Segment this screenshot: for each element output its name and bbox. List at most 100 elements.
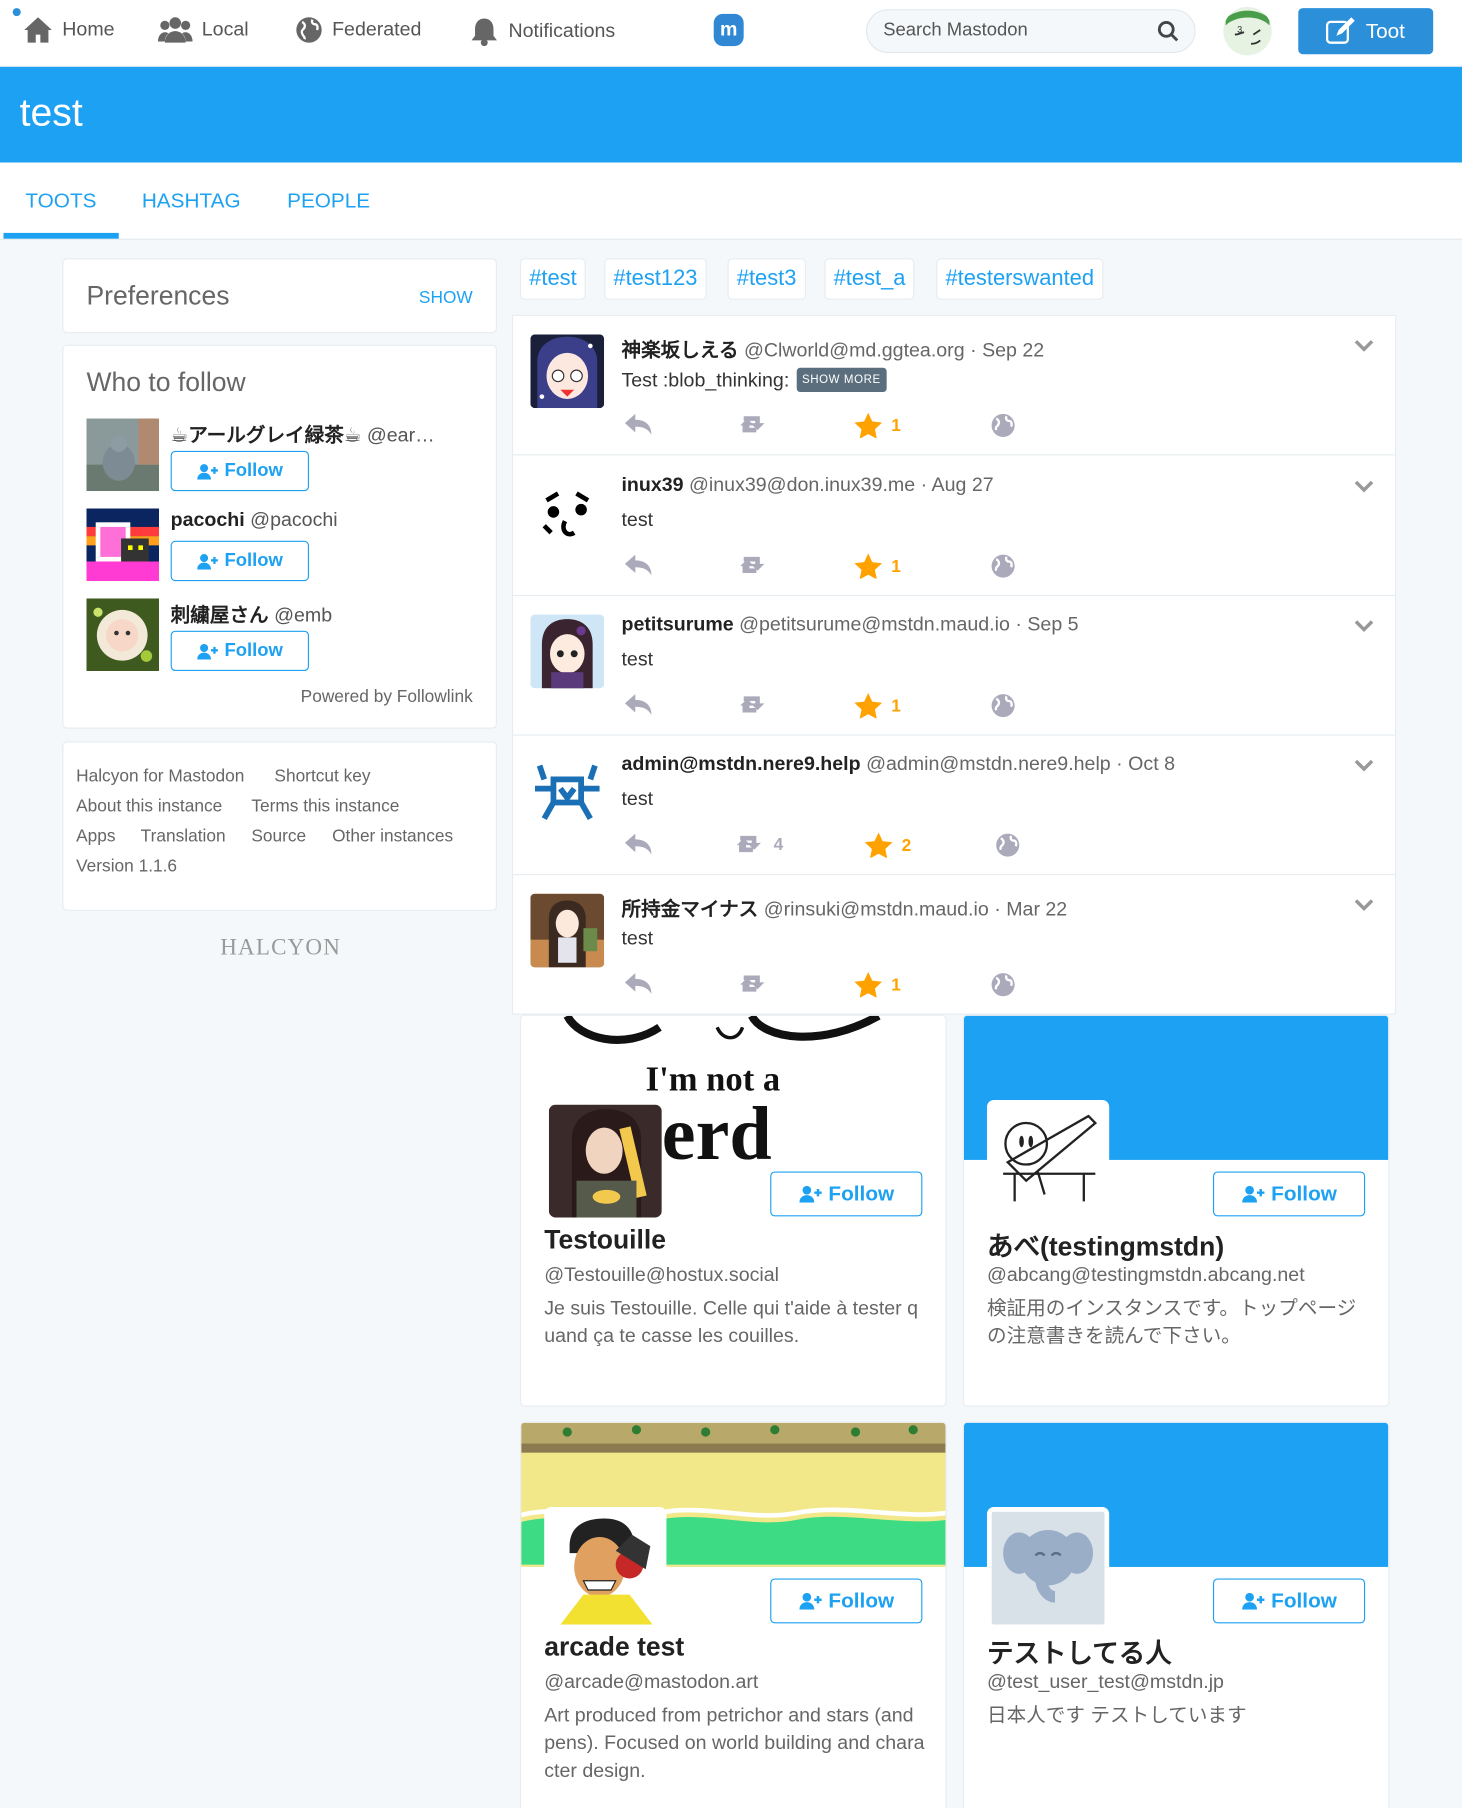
footer-link[interactable]: Halcyon for Mastodon (76, 767, 244, 787)
profile-card[interactable]: Follow テストしてる人 @test_user_test@mstdn.jp … (962, 1421, 1390, 1808)
follow-button[interactable]: Follow (170, 540, 310, 582)
status-date[interactable]: Mar 22 (1006, 898, 1067, 920)
footer-link[interactable]: Apps (76, 827, 115, 847)
hashtag-chip[interactable]: #test (520, 258, 586, 300)
chevron-down-icon[interactable] (1354, 480, 1375, 494)
show-more-button[interactable]: SHOW MORE (796, 367, 887, 393)
preferences-show-button[interactable]: SHOW (419, 288, 473, 308)
tab-people[interactable]: PEOPLE (287, 189, 370, 213)
status-acct[interactable]: @admin@mstdn.nere9.help (866, 753, 1111, 775)
hashtag-chip[interactable]: #test123 (604, 258, 707, 300)
avatar[interactable] (544, 1506, 667, 1630)
footer-link[interactable]: Terms this instance (251, 797, 399, 817)
status-acct[interactable]: @Clworld@md.ggtea.org (744, 339, 965, 361)
avatar[interactable] (530, 893, 605, 968)
mastodon-logo-icon[interactable]: m (713, 13, 744, 47)
footer-link[interactable]: Translation (141, 827, 226, 847)
favourite-button[interactable]: 2 (864, 832, 911, 858)
nav-local[interactable]: Local (157, 16, 249, 44)
avatar[interactable] (86, 508, 160, 582)
status-item[interactable]: 所持金マイナス @rinsuki@mstdn.maud.io · Mar 22 … (513, 875, 1395, 1015)
status-display-name[interactable]: 所持金マイナス (621, 898, 758, 920)
avatar[interactable] (86, 598, 160, 672)
status-date[interactable]: Aug 27 (932, 474, 994, 496)
avatar[interactable] (530, 754, 605, 828)
profile-card[interactable]: I'm not a erd Follow Testouille @Testoui… (520, 1014, 947, 1407)
status-item[interactable]: 神楽坂しえる @Clworld@md.ggtea.org · Sep 22 Te… (513, 316, 1396, 456)
status-acct[interactable]: @inux39@don.inux39.me (689, 474, 915, 496)
avatar[interactable] (530, 334, 605, 409)
boost-button[interactable]: 4 (734, 832, 783, 855)
boost-button[interactable] (738, 413, 777, 436)
follow-button[interactable]: Follow (770, 1171, 923, 1217)
hashtag-chip[interactable]: #testerswanted (936, 258, 1104, 300)
profile-card[interactable]: Follow あべ(testingmstdn) @abcang@testingm… (962, 1014, 1390, 1407)
boost-button[interactable] (738, 693, 777, 716)
status-display-name[interactable]: admin@mstdn.nere9.help (621, 753, 860, 775)
user-avatar[interactable]: 3 (1223, 6, 1272, 56)
avatar[interactable] (986, 1506, 1110, 1630)
powered-by-link[interactable]: Powered by Followlink (301, 687, 473, 707)
search-input[interactable]: Search Mastodon (865, 9, 1196, 54)
follow-button[interactable]: Follow (170, 450, 310, 492)
status-item[interactable]: petitsurume @petitsurume@mstdn.maud.io ·… (513, 596, 1396, 736)
status-acct[interactable]: @petitsurume@mstdn.maud.io (739, 613, 1010, 635)
hashtag-chip[interactable]: #test_a (824, 258, 915, 300)
reply-button[interactable] (624, 413, 654, 436)
chevron-down-icon[interactable] (1354, 759, 1375, 773)
follow-button[interactable]: Follow (1212, 1578, 1366, 1624)
tab-toots[interactable]: TOOTS (25, 189, 96, 213)
favourite-button[interactable]: 1 (854, 692, 901, 719)
status-date[interactable]: Oct 8 (1128, 753, 1175, 775)
status-item[interactable]: admin@mstdn.nere9.help @admin@mstdn.nere… (513, 736, 1396, 876)
avatar[interactable] (86, 418, 160, 492)
chevron-down-icon[interactable] (1354, 339, 1375, 353)
avatar[interactable] (548, 1104, 662, 1218)
status-acct[interactable]: @rinsuki@mstdn.maud.io (764, 898, 989, 920)
status-date[interactable]: Sep 22 (982, 339, 1044, 361)
nav-home[interactable]: Home (23, 16, 115, 44)
status-display-name[interactable]: petitsurume (621, 613, 733, 635)
profile-display-name[interactable]: テストしてる人 (987, 1631, 1172, 1670)
profile-acct[interactable]: @abcang@testingmstdn.abcang.net (987, 1264, 1305, 1287)
footer-link[interactable]: Source (251, 827, 306, 847)
profile-acct[interactable]: @test_user_test@mstdn.jp (987, 1671, 1224, 1694)
follow-button[interactable]: Follow (1212, 1171, 1366, 1217)
chevron-down-icon[interactable] (1354, 619, 1375, 633)
boost-button[interactable] (738, 972, 777, 995)
reply-button[interactable] (624, 972, 654, 995)
status-item[interactable]: inux39 @inux39@don.inux39.me · Aug 27 te… (513, 457, 1396, 597)
nav-federated[interactable]: Federated (295, 16, 421, 44)
favourite-button[interactable]: 1 (854, 412, 901, 439)
separator-dot: · (1116, 752, 1123, 775)
profile-acct[interactable]: @arcade@mastodon.art (544, 1671, 758, 1694)
profile-display-name[interactable]: arcade test (544, 1631, 684, 1662)
profile-display-name[interactable]: あべ(testingmstdn) (987, 1224, 1224, 1263)
search-icon[interactable] (1157, 21, 1179, 42)
profile-card[interactable]: Follow arcade test @arcade@mastodon.art … (520, 1421, 947, 1808)
chevron-down-icon[interactable] (1354, 898, 1375, 912)
status-display-name[interactable]: 神楽坂しえる (621, 339, 738, 361)
favourite-button[interactable]: 1 (854, 553, 901, 579)
avatar[interactable] (986, 1099, 1110, 1223)
avatar[interactable] (530, 614, 605, 689)
reply-button[interactable] (624, 693, 654, 716)
status-date[interactable]: Sep 5 (1027, 613, 1078, 635)
reply-button[interactable] (624, 553, 654, 576)
boost-button[interactable] (738, 553, 777, 576)
tab-hashtag[interactable]: HASHTAG (142, 189, 241, 213)
profile-display-name[interactable]: Testouille (544, 1224, 666, 1255)
status-display-name[interactable]: inux39 (621, 474, 683, 496)
footer-link[interactable]: Other instances (332, 827, 453, 847)
nav-notifications[interactable]: Notifications (469, 16, 615, 47)
toot-button[interactable]: Toot (1298, 8, 1434, 55)
avatar[interactable] (530, 475, 605, 549)
favourite-button[interactable]: 1 (854, 971, 901, 998)
follow-button[interactable]: Follow (170, 630, 310, 672)
hashtag-chip[interactable]: #test3 (727, 258, 806, 300)
profile-acct[interactable]: @Testouille@hostux.social (544, 1264, 779, 1287)
reply-button[interactable] (624, 832, 654, 855)
footer-link[interactable]: Shortcut key (274, 767, 370, 787)
follow-button[interactable]: Follow (770, 1578, 923, 1624)
footer-link[interactable]: About this instance (76, 797, 222, 817)
